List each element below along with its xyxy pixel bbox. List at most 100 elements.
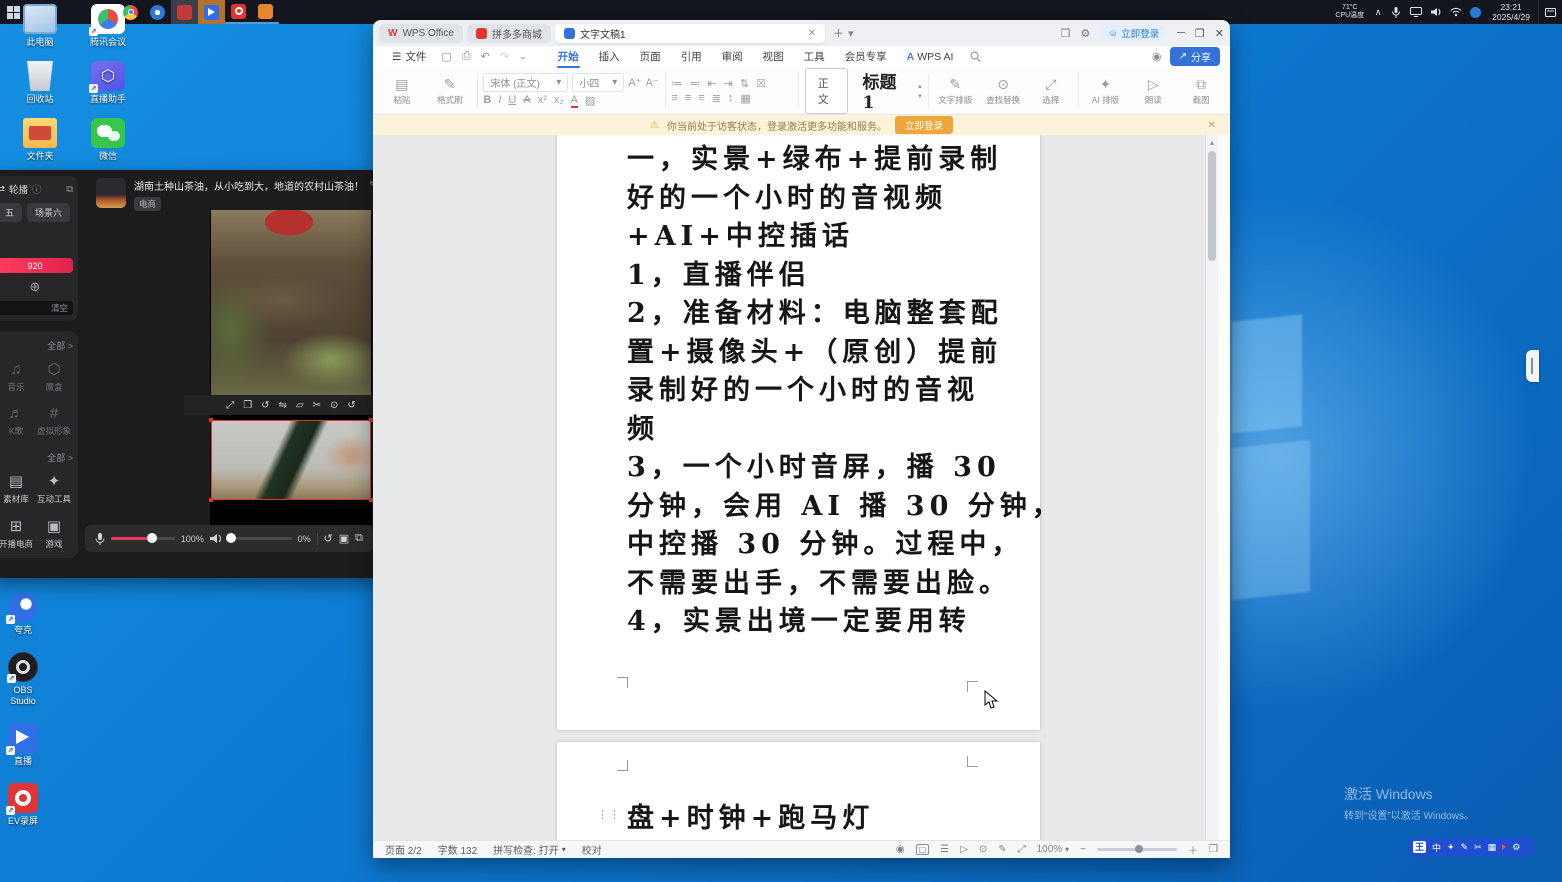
page-view-icon[interactable]: ▢ <box>916 844 930 855</box>
tool-game[interactable]: ▣游戏 <box>35 517 73 550</box>
eye-mode-icon[interactable]: ◉ <box>896 844 905 855</box>
outdent-button[interactable]: ⇤ <box>707 77 716 90</box>
tool-music[interactable]: ♫音乐 <box>0 361 35 393</box>
camera-switch-icon[interactable]: ↺ <box>324 532 333 545</box>
web-view-icon[interactable]: ⊙ <box>979 844 987 855</box>
find-replace-button[interactable]: ⊙查找替换 <box>982 76 1024 106</box>
document-area[interactable]: 一，实景+绿布+提前录制 好的一个小时的音视频 +AI+中控插话 1，直播伴侣 … <box>373 135 1218 840</box>
target-icon[interactable]: ⊙ <box>330 400 338 411</box>
scroll-up-icon[interactable]: ▴ <box>1206 138 1218 147</box>
copy-icon[interactable]: ⧉ <box>66 184 73 195</box>
font-name-select[interactable]: 宋体 (正文)▾ <box>483 73 568 92</box>
ime-gear-icon[interactable]: ⚙ <box>1512 842 1520 853</box>
share-button[interactable]: ↗ 分享 <box>1170 47 1220 66</box>
status-proofread[interactable]: 校对 <box>582 842 602 857</box>
tab-wps-home[interactable]: W WPS Office <box>379 24 463 43</box>
taskbar-live-companion-active[interactable] <box>198 0 225 24</box>
paragraph-drag-handle[interactable]: ⋮⋮ <box>597 808 621 821</box>
taskbar-orange-app[interactable] <box>252 0 279 24</box>
action-center-button[interactable] <box>1538 0 1562 24</box>
underline-button[interactable]: U <box>508 94 516 108</box>
increase-font-icon[interactable]: A⁺ <box>628 76 641 89</box>
tray-bluetooth-app[interactable] <box>1466 0 1484 24</box>
taskbar-browser360[interactable] <box>144 0 171 24</box>
desktop-icon-obs[interactable]: ↗ OBS Studio <box>0 652 46 707</box>
line-spacing-button[interactable]: ↕ <box>728 92 734 105</box>
search-icon[interactable] <box>970 51 981 62</box>
tool-magicbox[interactable]: ⬡魔盒 <box>35 360 73 393</box>
new-tab-icon[interactable]: ＋ <box>833 25 844 41</box>
flip-icon[interactable]: ⇋ <box>279 400 287 411</box>
font-size-select[interactable]: 小四▾ <box>572 73 624 92</box>
ime-clip-icon[interactable]: ✂ <box>1474 842 1482 853</box>
tab-list-icon[interactable]: ▾ <box>848 27 854 40</box>
crop-icon[interactable]: ▱ <box>296 400 304 411</box>
screen-share-icon[interactable]: ⧉ <box>355 532 363 545</box>
layout-mode-icon[interactable]: ❐ <box>1061 27 1071 40</box>
zoom-slider-knob[interactable] <box>1135 845 1143 853</box>
italic-button[interactable]: I <box>498 94 501 108</box>
reset-icon[interactable]: ↺ <box>347 400 355 411</box>
decrease-font-icon[interactable]: A⁻ <box>645 76 658 89</box>
taskbar-recorder[interactable] <box>225 0 252 24</box>
tool-virtual-avatar[interactable]: #虚拟形象 <box>35 405 73 437</box>
mic-slider-knob[interactable] <box>147 533 157 543</box>
banner-close-icon[interactable]: ✕ <box>1208 120 1216 131</box>
tray-network[interactable] <box>1446 0 1466 24</box>
ime-logo-icon[interactable]: 王 <box>1413 841 1426 853</box>
tool-material-library[interactable]: ▤素材库 <box>0 472 35 505</box>
zoom-in-icon[interactable]: ＋ <box>1188 842 1198 857</box>
redo-icon[interactable]: ↷ <box>496 50 513 63</box>
select-button[interactable]: ⤢选择 <box>1030 76 1072 106</box>
eye-protect-icon[interactable]: ◉ <box>1152 50 1162 63</box>
subscript-button[interactable]: x₂ <box>554 94 564 108</box>
zoom-out-icon[interactable]: − <box>1080 844 1086 855</box>
read-aloud-button[interactable]: ▷朗读 <box>1132 76 1174 106</box>
close-button[interactable]: ✕ <box>1215 27 1224 40</box>
tools-group2-header[interactable]: 全部 > <box>0 451 73 464</box>
style-normal[interactable]: 正文 <box>805 68 849 114</box>
more-commands-icon[interactable]: ⌄ <box>515 51 531 62</box>
fit-page-icon[interactable]: ⤢ <box>1018 844 1026 855</box>
menu-wps-ai[interactable]: A WPS AI <box>898 49 963 65</box>
fullscreen-toggle-icon[interactable]: ❒ <box>1209 844 1218 855</box>
tab-document-active[interactable]: 文字文稿1 ✕ <box>555 24 825 43</box>
scene-tab-prev[interactable]: 五 <box>0 203 22 222</box>
justify-button[interactable]: ≣ <box>712 92 721 105</box>
tool-ecommerce[interactable]: ⊞开播电商 <box>0 517 35 550</box>
speaker-slider-knob[interactable] <box>226 533 236 543</box>
highlight-button[interactable]: ▨ <box>585 94 595 108</box>
selection-handle[interactable] <box>209 418 213 422</box>
symbol-button[interactable]: ☒ <box>756 77 766 90</box>
tab-web-page[interactable]: 拼多多商城 <box>467 24 551 43</box>
desktop-icon-live-helper[interactable]: ⬡ ↗ 直播助手 <box>76 61 140 105</box>
menu-view[interactable]: 视图 <box>754 47 793 66</box>
scene-progress-badge[interactable]: 920 <box>0 258 73 273</box>
tool-ksong[interactable]: ♬K歌 <box>0 405 35 437</box>
tool-interactive[interactable]: ✦互动工具 <box>35 472 73 505</box>
style-heading1[interactable]: 标题 1 <box>854 68 912 113</box>
video-toggle-icon[interactable]: ▣ <box>339 532 349 545</box>
vertical-scrollbar[interactable]: ▴ <box>1205 135 1218 840</box>
desktop-icon-recorder[interactable]: ↗ EV录屏 <box>0 783 46 827</box>
tab-close-icon[interactable]: ✕ <box>808 28 816 39</box>
status-spellcheck[interactable]: 拼写检查: 打开 ▾ <box>493 842 566 857</box>
ime-pointer-icon[interactable] <box>1502 844 1506 850</box>
superscript-button[interactable]: x² <box>538 94 547 108</box>
desktop-icon-wechat[interactable]: 微信 <box>76 118 140 162</box>
paste-button[interactable]: ▤ 粘贴 <box>381 76 423 106</box>
outline-view-icon[interactable]: ☰ <box>940 844 949 855</box>
scene-tab-current[interactable]: 场景六 <box>27 203 70 222</box>
cpu-temp-widget[interactable]: 71°C CPU温度 <box>1329 4 1370 20</box>
desktop-icon-quark[interactable]: ↗ 夸克 <box>0 592 46 636</box>
menu-review[interactable]: 审阅 <box>713 47 752 66</box>
fullscreen-icon[interactable]: ❒ <box>243 400 252 411</box>
ai-layout-button[interactable]: ✦AI 排版 <box>1085 76 1127 106</box>
settings-gear-icon[interactable]: ⚙ <box>1081 27 1091 40</box>
ime-pen-icon[interactable]: ✎ <box>1461 842 1469 853</box>
scissors-icon[interactable]: ✂ <box>313 400 321 411</box>
tray-chevron-icon[interactable]: ∧ <box>1370 7 1386 18</box>
align-center-button[interactable]: ≡ <box>685 92 691 105</box>
selection-handle[interactable] <box>209 498 213 502</box>
border-button[interactable]: ▦ <box>740 92 750 105</box>
